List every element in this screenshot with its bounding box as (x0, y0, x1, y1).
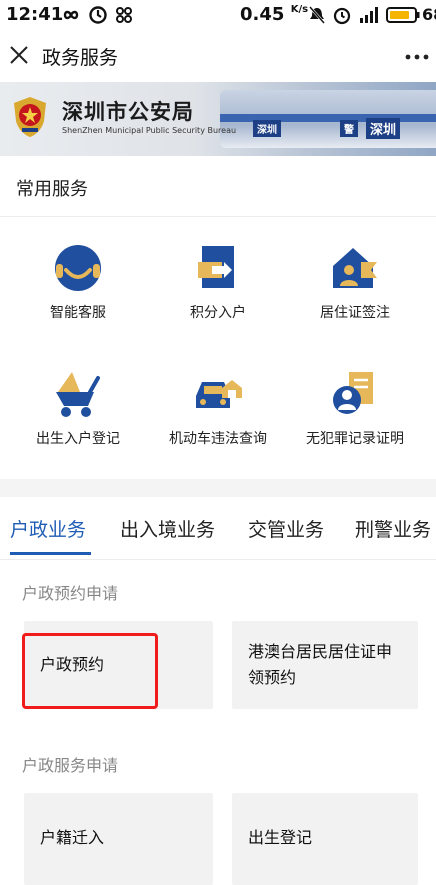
highlight-annotation-box (22, 633, 158, 709)
tab-xingjing[interactable]: 刑警业务 (355, 515, 431, 542)
nav-bar: 政务服务 (0, 30, 436, 82)
tab-huzheng[interactable]: 户政业务 (10, 515, 86, 542)
signal-4g-icon (360, 7, 378, 23)
vehicle-violation-icon (196, 380, 242, 408)
banner-sign: 警 (340, 120, 358, 137)
banner-sign: 深圳 (366, 118, 401, 139)
banner-title: 深圳市公安局 (62, 100, 194, 124)
status-time: 12:41 (6, 4, 64, 25)
page-title: 政务服务 (42, 47, 119, 69)
service-label: 机动车违法查询 (169, 431, 267, 447)
tab-churujing[interactable]: 出入境业务 (120, 515, 215, 542)
banner: 深圳 警 深圳 深圳市公安局 ShenZhen Municipal Public… (0, 82, 436, 156)
group-title: 户政服务申请 (22, 756, 119, 775)
points-settle-icon (198, 246, 234, 288)
card-label: 户籍迁入 (40, 828, 105, 847)
alarm-icon (333, 7, 351, 25)
sync-icon (89, 6, 107, 24)
network-speed-value: 0.45 (240, 4, 285, 25)
infinity-icon (63, 10, 79, 20)
service-label: 积分入户 (190, 305, 246, 321)
residence-permit-icon (333, 248, 377, 288)
business-tabs: 户政业务 出入境业务 交管业务 刑警业务 (0, 497, 436, 559)
network-speed-unit: K/s (290, 4, 309, 15)
service-label: 居住证签注 (320, 305, 390, 321)
divider (0, 216, 436, 217)
section-separator (0, 479, 436, 497)
close-icon[interactable] (8, 44, 30, 66)
service-points-settle[interactable]: 积分入户 (148, 240, 288, 322)
mute-icon (309, 6, 325, 24)
service-residence-permit[interactable]: 居住证签注 (285, 240, 425, 322)
card-hk-macao-taiwan-permit[interactable]: 港澳台居民居住证申 领预约 (232, 621, 418, 709)
banner-sign: 深圳 (253, 120, 281, 137)
service-no-criminal-record[interactable]: 无犯罪记录证明 (285, 366, 425, 448)
battery-percent: 68 (422, 5, 436, 24)
common-services-title: 常用服务 (16, 179, 88, 200)
network-speed: 0.45 K/s (240, 4, 308, 25)
card-label: 出生登记 (248, 828, 313, 847)
birth-registration-icon (56, 372, 100, 417)
active-tab-indicator (10, 552, 91, 555)
card-birth-registration[interactable]: 出生登记 (232, 793, 418, 885)
card-household-move-in[interactable]: 户籍迁入 (24, 793, 213, 885)
network-icon (116, 7, 132, 23)
service-birth-registration[interactable]: 出生入户登记 (8, 366, 148, 448)
service-label: 智能客服 (50, 305, 106, 321)
service-label: 出生入户登记 (36, 431, 120, 447)
group-title: 户政预约申请 (22, 584, 119, 603)
police-emblem-icon (14, 97, 46, 137)
card-label-line1: 港澳台居民居住证申 (248, 642, 393, 661)
service-label: 无犯罪记录证明 (306, 431, 404, 447)
card-label-line2: 领预约 (248, 668, 297, 687)
divider (0, 559, 436, 560)
more-icon[interactable] (405, 54, 429, 60)
status-bar: 12:41 0.45 K/s 68 (0, 0, 436, 30)
customer-service-icon (55, 245, 101, 291)
banner-subtitle: ShenZhen Municipal Public Security Burea… (62, 126, 237, 135)
battery-icon (386, 7, 420, 23)
service-vehicle-violation[interactable]: 机动车违法查询 (148, 366, 288, 448)
tab-jiaoguan[interactable]: 交管业务 (248, 515, 324, 542)
no-criminal-record-icon (333, 372, 373, 414)
service-customer-service[interactable]: 智能客服 (8, 240, 148, 322)
